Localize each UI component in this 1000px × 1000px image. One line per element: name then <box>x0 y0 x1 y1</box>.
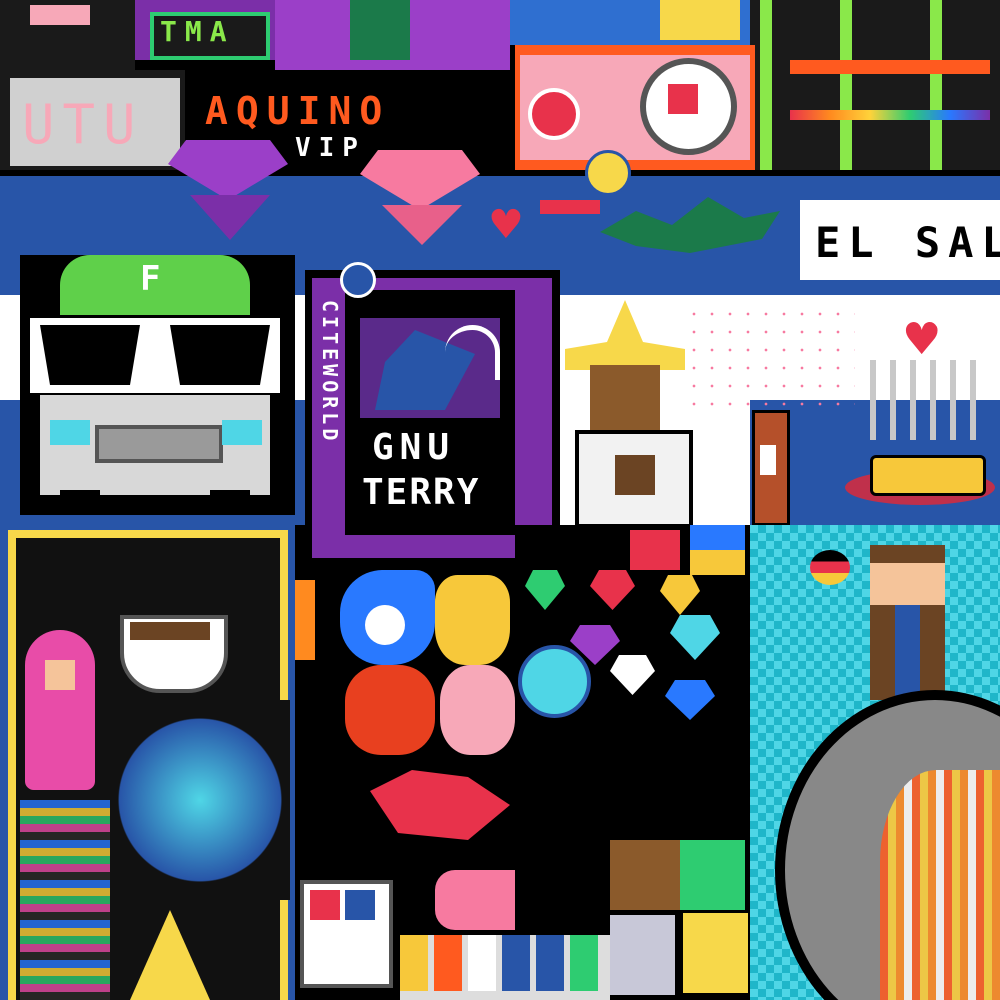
truck-left-light <box>50 420 90 445</box>
amy-icon <box>440 665 515 755</box>
avatar-3 <box>610 915 675 995</box>
el-sal-label: EL SAL <box>815 218 1000 267</box>
utu-label: UTU <box>22 93 144 156</box>
qr-cell-2 <box>345 890 375 920</box>
beer-label <box>760 445 776 475</box>
sunglasses-left-lens <box>40 325 140 385</box>
terry-label: TERRY <box>362 472 481 513</box>
vine-1 <box>760 0 772 170</box>
pixel-canvas[interactable]: TMA UTU AQUINO VIP EL SAL ♥ F GNU TERRY … <box>0 0 1000 1000</box>
sunglasses-right-lens <box>170 325 270 385</box>
torch-icon <box>295 580 315 660</box>
truck-right-light <box>222 420 262 445</box>
flag-globe-icon <box>340 262 376 298</box>
blue-swirl <box>110 700 290 900</box>
witch-book-icon <box>615 455 655 495</box>
orange-stripe <box>790 60 990 74</box>
vine-3 <box>930 0 942 170</box>
steam-lines <box>870 360 980 440</box>
cherry-blossom <box>685 305 855 415</box>
flag-heart-badge <box>585 150 631 196</box>
heart-icon-right: ♥ <box>902 314 942 365</box>
scythe-icon <box>445 325 500 380</box>
avatar-2 <box>680 840 745 910</box>
lava-patch <box>880 770 1000 1000</box>
color-noise-strip <box>20 800 110 1000</box>
food-icon <box>870 455 986 496</box>
avatar-1 <box>610 840 680 910</box>
qr-cell-1 <box>310 890 340 920</box>
gnu-label: GNU <box>372 427 456 468</box>
flag-top-edge <box>0 170 1000 176</box>
aquino-label: AQUINO <box>205 89 391 133</box>
red-devil-icon <box>630 530 680 570</box>
vine-2 <box>840 0 852 170</box>
german-heart-icon <box>810 550 850 585</box>
rainbow-stripe <box>790 110 990 120</box>
top-right-block <box>750 0 1000 170</box>
green-leaf <box>350 0 410 60</box>
top-yellow-panel <box>660 0 740 40</box>
girl-face <box>45 660 75 690</box>
truck-right-wheel <box>210 490 250 515</box>
pixel-man-shirt <box>895 605 920 700</box>
coffee-liquid <box>130 622 210 640</box>
chao-icon <box>518 645 591 718</box>
smiley-block-icon <box>680 910 751 996</box>
vip-label: VIP <box>295 133 366 163</box>
pink-hair-girl-icon <box>25 630 95 790</box>
ukraine-top <box>690 525 745 550</box>
truck-left-wheel <box>60 490 100 515</box>
vertical-label: CITEWORLD <box>318 300 342 445</box>
maple-leaf-icon <box>668 84 698 114</box>
sonic-eyes <box>365 605 405 645</box>
tails-icon <box>435 575 510 665</box>
heart-icon: ♥ <box>488 202 524 248</box>
red-line <box>540 200 600 214</box>
pink-cap <box>30 5 90 25</box>
palette-strip <box>400 935 610 1000</box>
pokeball-icon <box>528 88 580 140</box>
witch-face <box>590 365 660 435</box>
tma-label: TMA <box>160 15 235 48</box>
truck-grille <box>95 425 223 463</box>
knuckles-icon <box>345 665 435 755</box>
truck-letter: F <box>140 259 161 299</box>
